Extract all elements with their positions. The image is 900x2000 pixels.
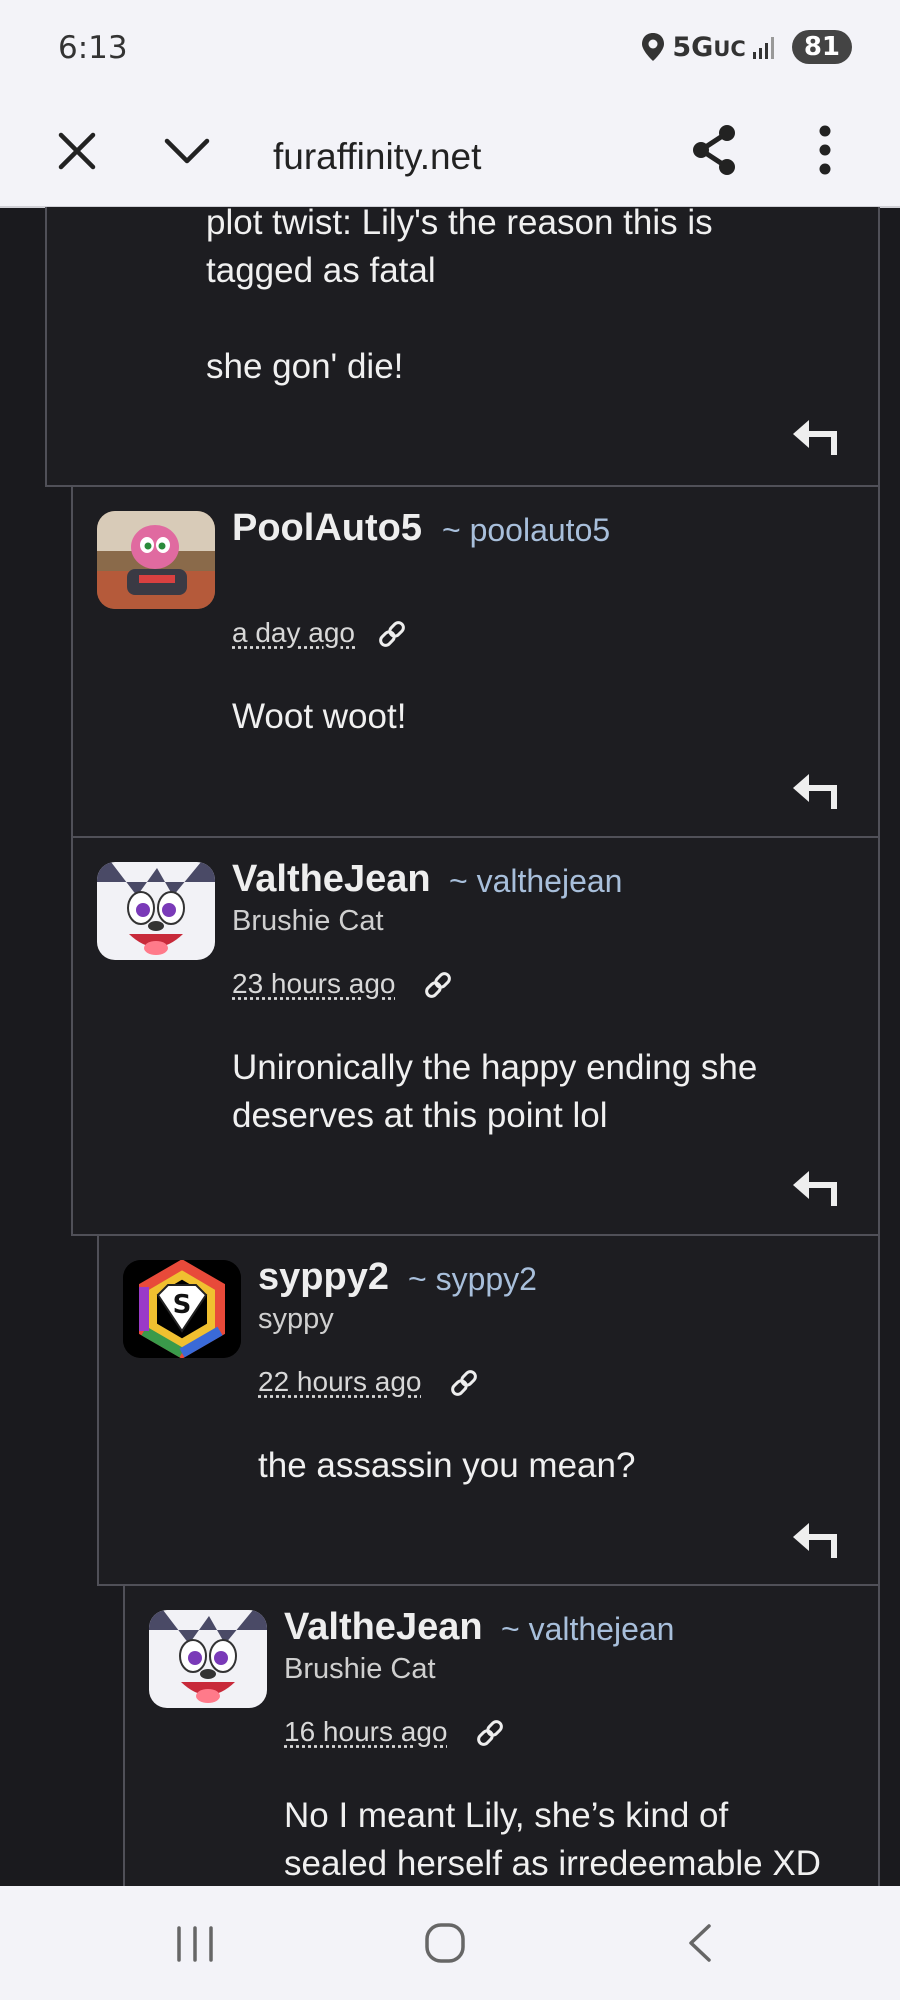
comment: S syppy2 ~ syppy2 syppy 22 hours ago the… (97, 1234, 880, 1586)
avatar-image: S (123, 1260, 241, 1358)
comment-text: No I meant Lily, she’s kind of sealed he… (284, 1796, 821, 1883)
comment-timestamp[interactable]: 23 hours ago (232, 968, 395, 1000)
link-icon[interactable] (475, 1718, 505, 1748)
comment-thread: plot twist: Lily's the reason this is ta… (0, 207, 900, 1886)
comment-author[interactable]: ValtheJean (284, 1606, 483, 1649)
battery-level: 81 (791, 30, 852, 64)
reply-icon[interactable] (790, 1160, 840, 1208)
comment-handle[interactable]: ~ valthejean (449, 863, 622, 900)
avatar[interactable] (97, 511, 215, 609)
comment: PoolAuto5 ~ poolauto5 a day ago Woot woo… (71, 485, 880, 838)
comment: ValtheJean ~ valthejean Brushie Cat 16 h… (123, 1584, 880, 1886)
home-icon[interactable] (424, 1922, 466, 1964)
avatar[interactable]: S (123, 1260, 241, 1358)
comment-timestamp[interactable]: a day ago (232, 617, 355, 649)
avatar-image (149, 1610, 267, 1708)
comment-handle[interactable]: ~ syppy2 (408, 1261, 537, 1298)
url-display[interactable]: furaffinity.net (273, 136, 481, 178)
share-icon[interactable] (685, 121, 743, 179)
avatar[interactable] (97, 862, 215, 960)
svg-text:S: S (173, 1290, 192, 1320)
network-type: 5GUC (672, 31, 746, 63)
comment-timestamp[interactable]: 16 hours ago (284, 1716, 447, 1748)
comment-text: the assassin you mean? (258, 1446, 636, 1485)
comment: ValtheJean ~ valthejean Brushie Cat 23 h… (71, 836, 880, 1236)
link-icon[interactable] (449, 1368, 479, 1398)
reply-icon[interactable] (790, 763, 840, 811)
avatar[interactable] (149, 1610, 267, 1708)
comment-author[interactable]: ValtheJean (232, 858, 431, 901)
avatar-image (97, 511, 215, 609)
comment-handle[interactable]: ~ poolauto5 (442, 512, 610, 549)
comment-author[interactable]: PoolAuto5 (232, 507, 422, 550)
chevron-down-icon[interactable] (162, 126, 212, 176)
comment-text: plot twist: Lily's the reason this is ta… (206, 207, 713, 386)
comment-handle[interactable]: ~ valthejean (501, 1611, 674, 1648)
comment-text: Woot woot! (232, 697, 407, 736)
comment-text: Unironically the happy ending she deserv… (232, 1048, 758, 1135)
recent-apps-icon[interactable] (173, 1924, 217, 1964)
signal-icon (752, 37, 774, 59)
status-bar: 6:13 5GUC 81 (0, 0, 900, 100)
more-options-icon[interactable] (808, 121, 842, 179)
system-nav-bar (0, 1886, 900, 2000)
status-time: 6:13 (58, 30, 128, 66)
link-icon[interactable] (423, 970, 453, 1000)
comment-timestamp[interactable]: 22 hours ago (258, 1366, 421, 1398)
location-icon (642, 33, 665, 61)
comment: plot twist: Lily's the reason this is ta… (45, 207, 880, 487)
reply-icon[interactable] (790, 1512, 840, 1560)
comment-author[interactable]: syppy2 (258, 1256, 389, 1299)
avatar-image (97, 862, 215, 960)
back-icon[interactable] (683, 1922, 717, 1964)
status-indicators: 5GUC 81 (640, 30, 852, 64)
link-icon[interactable] (377, 619, 407, 649)
close-icon[interactable] (52, 126, 102, 176)
comment-user-title: Brushie Cat (284, 1653, 436, 1685)
comment-user-title: Brushie Cat (232, 905, 384, 937)
browser-toolbar: furaffinity.net (0, 100, 900, 208)
comment-user-title: syppy (258, 1303, 334, 1335)
reply-icon[interactable] (790, 409, 840, 457)
